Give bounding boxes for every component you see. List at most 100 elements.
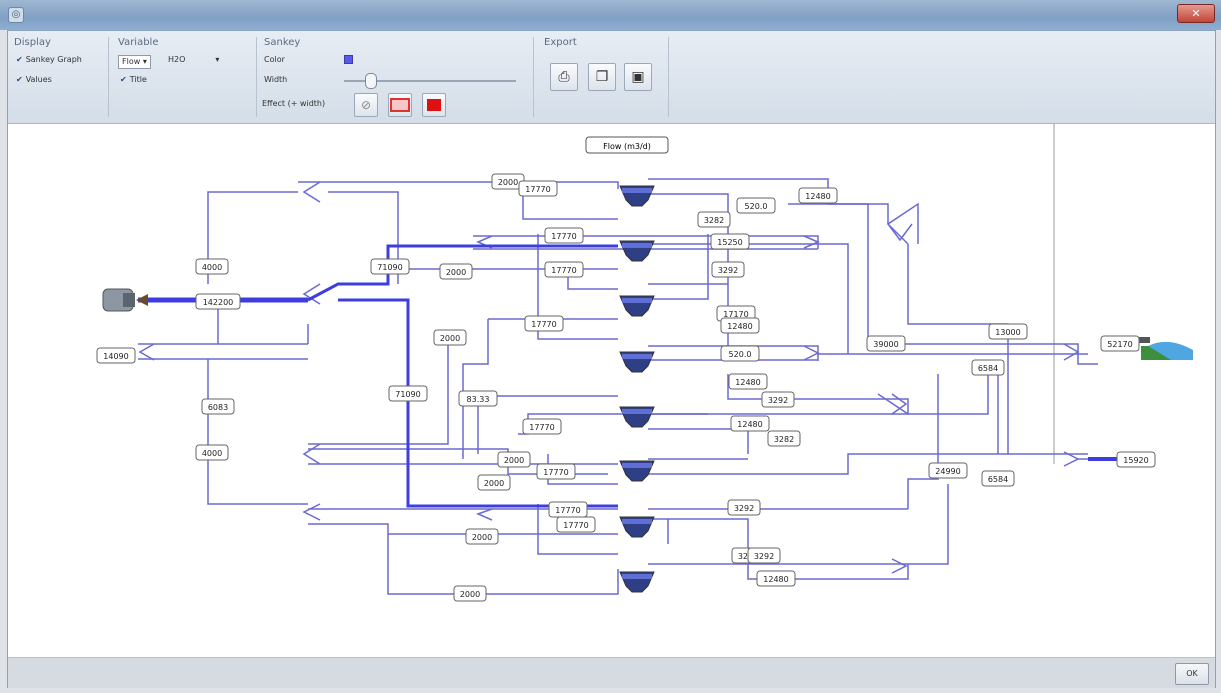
flow-value-text: 17770	[563, 521, 588, 530]
splitter-icon	[803, 345, 820, 361]
display-group-title: Display	[14, 37, 51, 48]
effect-fill-button[interactable]	[422, 93, 446, 117]
splitter-icon	[891, 558, 908, 574]
save-button[interactable]: ▣	[624, 63, 652, 91]
color-swatch[interactable]	[344, 55, 353, 64]
flow-value-text: 17770	[529, 423, 554, 432]
flow-value-label: 3292	[761, 391, 795, 408]
flow-value-text: 17770	[551, 232, 576, 241]
flow-value-text: 520.0	[745, 202, 768, 211]
print-button[interactable]: ⎙	[550, 63, 578, 91]
influent-source-icon	[102, 288, 148, 312]
component-select-value: H2O	[168, 55, 186, 64]
flow-value-label: 2000	[465, 528, 499, 545]
flow-value-label: 13000	[988, 323, 1028, 340]
effect-width-button[interactable]	[388, 93, 412, 117]
effluent-river-icon	[1136, 337, 1193, 360]
flow-value-label: 17770	[524, 315, 564, 332]
flow-value-text: 71090	[395, 390, 420, 399]
flow-value-text: 83.33	[467, 395, 490, 404]
flow-value-label: 2000	[497, 451, 531, 468]
flow-value-label: 12480	[730, 415, 770, 432]
flow-value-label: 6584	[971, 359, 1005, 376]
flow-value-text: 4000	[202, 449, 222, 458]
clarifier-tank-icon	[619, 460, 655, 482]
flow-value-text: 2000	[460, 590, 480, 599]
flow-value-label: 3292	[747, 547, 781, 564]
chevron-down-icon: ▾	[142, 57, 147, 66]
values-label: Values	[25, 75, 52, 84]
flow-line	[908, 484, 949, 565]
flow-value-label: 14090	[96, 347, 136, 364]
clarifier-tank-icon	[619, 571, 655, 593]
app-icon: ◎	[8, 7, 24, 23]
flow-value-label: 12480	[720, 317, 760, 334]
flow-value-text: 3292	[734, 504, 754, 513]
flow-value-text: 15250	[717, 238, 742, 247]
print-icon: ⎙	[558, 69, 570, 85]
flow-value-label: 52170	[1100, 335, 1140, 352]
splitter-icon	[803, 235, 820, 249]
sankey-group-title: Sankey	[264, 37, 301, 48]
group-separator	[533, 37, 534, 117]
ok-button[interactable]: OK	[1175, 663, 1209, 685]
flow-value-text: 520.0	[729, 350, 752, 359]
flow-value-label: 520.0	[720, 345, 760, 362]
sankey-canvas: Flow (m3/d) 2000 17770 12480 520.0 3282 …	[8, 124, 1215, 657]
flow-value-text: 3292	[718, 266, 738, 275]
flow-line	[648, 428, 749, 454]
flow-value-text: 6584	[978, 364, 998, 373]
title-checkbox[interactable]: ✔ Title	[120, 75, 147, 84]
flow-value-text: 3292	[768, 396, 788, 405]
clarifier-tank-icon	[619, 185, 655, 207]
effect-none-button[interactable]: ⊘	[354, 93, 378, 117]
checkmark-icon: ✔	[16, 75, 23, 84]
values-checkbox[interactable]: ✔ Values	[16, 75, 52, 84]
flow-line	[298, 181, 619, 189]
main-window: Display ✔ Sankey Graph ✔ Values Variable F…	[7, 30, 1216, 688]
flow-line	[907, 244, 1009, 454]
flow-value-text: 4000	[202, 263, 222, 272]
flow-value-label: 3282	[767, 430, 801, 447]
flow-line	[886, 202, 919, 245]
flow-value-label: 6083	[201, 398, 235, 415]
splitter-icon	[138, 343, 155, 361]
flow-value-text: 2000	[484, 479, 504, 488]
flow-value-label: 520.0	[736, 197, 776, 214]
close-button[interactable]: ✕	[1177, 4, 1215, 23]
bottom-bar: OK	[8, 657, 1215, 688]
flow-value-label: 3292	[727, 499, 761, 516]
flow-value-text: 17770	[525, 185, 550, 194]
flow-value-label: 24990	[928, 462, 968, 479]
flow-value-label: 17770	[522, 418, 562, 435]
flow-value-text: 12480	[805, 192, 830, 201]
flow-value-label: 2000	[477, 474, 511, 491]
flow-value-text: 3282	[704, 216, 724, 225]
clarifier-tanks	[619, 185, 655, 593]
component-select[interactable]: H2O ▾	[168, 55, 219, 64]
width-slider-thumb[interactable]	[364, 73, 377, 89]
splitter-icon	[1063, 343, 1080, 361]
flow-value-labels: 2000 17770 12480 520.0 3282 17770 15250 4000 710…	[96, 173, 1156, 602]
copy-button[interactable]: ❐	[588, 63, 616, 91]
clarifier-tank-icon	[619, 295, 655, 317]
flow-value-label: 2000	[439, 263, 473, 280]
flow-value-text: 12480	[737, 420, 762, 429]
flow-value-text: 2000	[504, 456, 524, 465]
flow-value-label: 71090	[370, 258, 410, 275]
no-effect-icon: ⊘	[360, 98, 372, 112]
variable-select[interactable]: Flow ▾	[118, 55, 151, 69]
sankey-graph-label: Sankey Graph	[25, 55, 82, 64]
save-icon: ▣	[631, 69, 645, 85]
sankey-graph-checkbox[interactable]: ✔ Sankey Graph	[16, 55, 82, 64]
clarifier-tank-icon	[619, 406, 655, 428]
chevron-down-icon: ▾	[215, 55, 220, 64]
title-option-label: Title	[129, 75, 147, 84]
flow-value-label: 3282	[697, 211, 731, 228]
flow-value-label: 4000	[195, 444, 229, 461]
flow-value-label: 83.33	[458, 390, 498, 407]
flow-value-label: 39000	[866, 335, 906, 352]
group-separator	[108, 37, 109, 117]
splitter-icon	[302, 443, 321, 465]
variable-select-value: Flow	[122, 57, 141, 66]
